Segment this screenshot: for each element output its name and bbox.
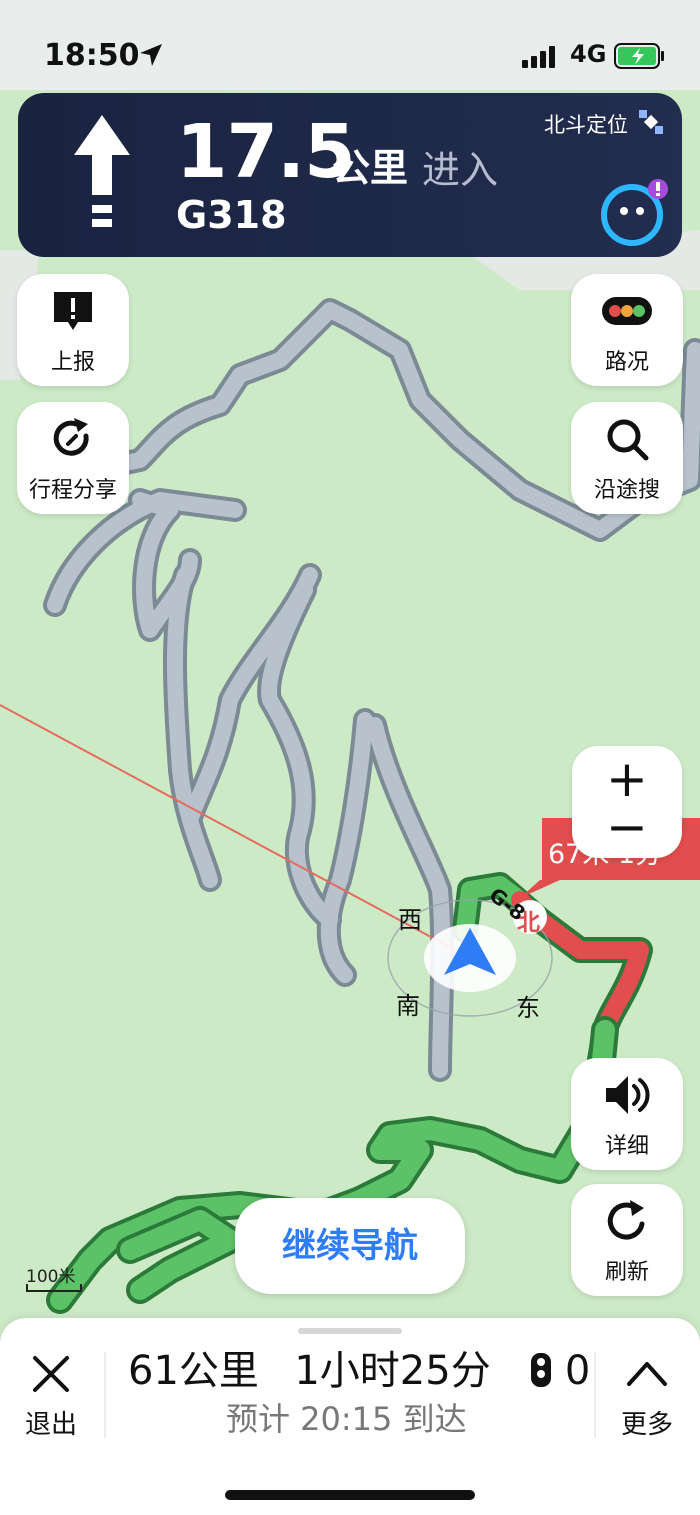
- more-label: 更多: [620, 1410, 673, 1440]
- status-time: 18:50: [44, 38, 140, 73]
- more-button[interactable]: 更多: [608, 1354, 686, 1441]
- zoom-out-button[interactable]: −: [572, 798, 682, 856]
- details-button[interactable]: 详细: [571, 1058, 683, 1170]
- traffic-light-icon: [602, 297, 652, 325]
- battery-icon: [614, 43, 664, 69]
- speaker-icon: [606, 1076, 650, 1114]
- location-arrow-icon: [140, 44, 162, 66]
- compass-west: 西: [398, 906, 422, 934]
- network-type: 4G: [570, 40, 607, 68]
- nav-road-name: G318: [176, 193, 287, 237]
- chevron-up-icon: [627, 1362, 667, 1386]
- compass-east: 东: [516, 994, 540, 1022]
- bottom-panel[interactable]: 退出 61公里 1小时25分 0 预计 20:15 到达 更多: [0, 1318, 700, 1515]
- traffic-light-count: 0: [564, 1348, 591, 1394]
- refresh-button[interactable]: 刷新: [571, 1184, 683, 1296]
- close-icon: [33, 1356, 69, 1392]
- traffic-light-count-icon: [531, 1353, 552, 1387]
- divider-right: [594, 1352, 596, 1438]
- compass-south: 南: [396, 992, 420, 1020]
- search-along-label: 沿途搜: [593, 478, 660, 503]
- satellite-icon: [639, 110, 663, 134]
- assistant-icon[interactable]: [598, 175, 682, 249]
- details-label: 详细: [604, 1134, 649, 1159]
- drag-handle[interactable]: [298, 1328, 402, 1334]
- share-icon: [53, 418, 89, 456]
- status-bar: 18:50 4G: [0, 0, 700, 90]
- zoom-control[interactable]: + −: [572, 746, 682, 858]
- trip-distance: 61公里: [128, 1348, 259, 1394]
- traffic-label: 路况: [604, 350, 649, 375]
- share-trip-label: 行程分享: [28, 478, 117, 503]
- signal-icon: [522, 46, 555, 68]
- divider-left: [104, 1352, 106, 1438]
- nav-distance-unit: 公里: [332, 146, 409, 190]
- refresh-label: 刷新: [604, 1260, 649, 1285]
- scale-bar: [26, 1284, 82, 1292]
- search-icon: [607, 419, 649, 461]
- refresh-icon: [607, 1200, 645, 1240]
- straight-arrow-icon: [74, 115, 130, 227]
- search-along-button[interactable]: 沿途搜: [571, 402, 683, 514]
- report-label: 上报: [50, 350, 95, 375]
- trip-summary: 61公里 1小时25分 0: [128, 1338, 590, 1396]
- share-trip-button[interactable]: 行程分享: [17, 402, 129, 514]
- exit-button[interactable]: 退出: [14, 1354, 88, 1441]
- nav-action: 进入: [422, 148, 499, 192]
- nav-distance: 17.5: [176, 109, 356, 195]
- eta-label: 预计 20:15 到达: [226, 1400, 467, 1438]
- report-button[interactable]: 上报: [17, 274, 129, 386]
- nav-instruction-card[interactable]: 17.5 公里 进入 G318 北斗定位: [18, 93, 682, 257]
- trip-duration: 1小时25分: [294, 1348, 491, 1394]
- traffic-button[interactable]: 路况: [571, 274, 683, 386]
- report-icon: [54, 292, 92, 330]
- exit-label: 退出: [24, 1410, 77, 1440]
- home-indicator[interactable]: [225, 1490, 475, 1500]
- continue-navigation-button[interactable]: 继续导航: [235, 1198, 465, 1294]
- positioning-label: 北斗定位: [544, 113, 628, 137]
